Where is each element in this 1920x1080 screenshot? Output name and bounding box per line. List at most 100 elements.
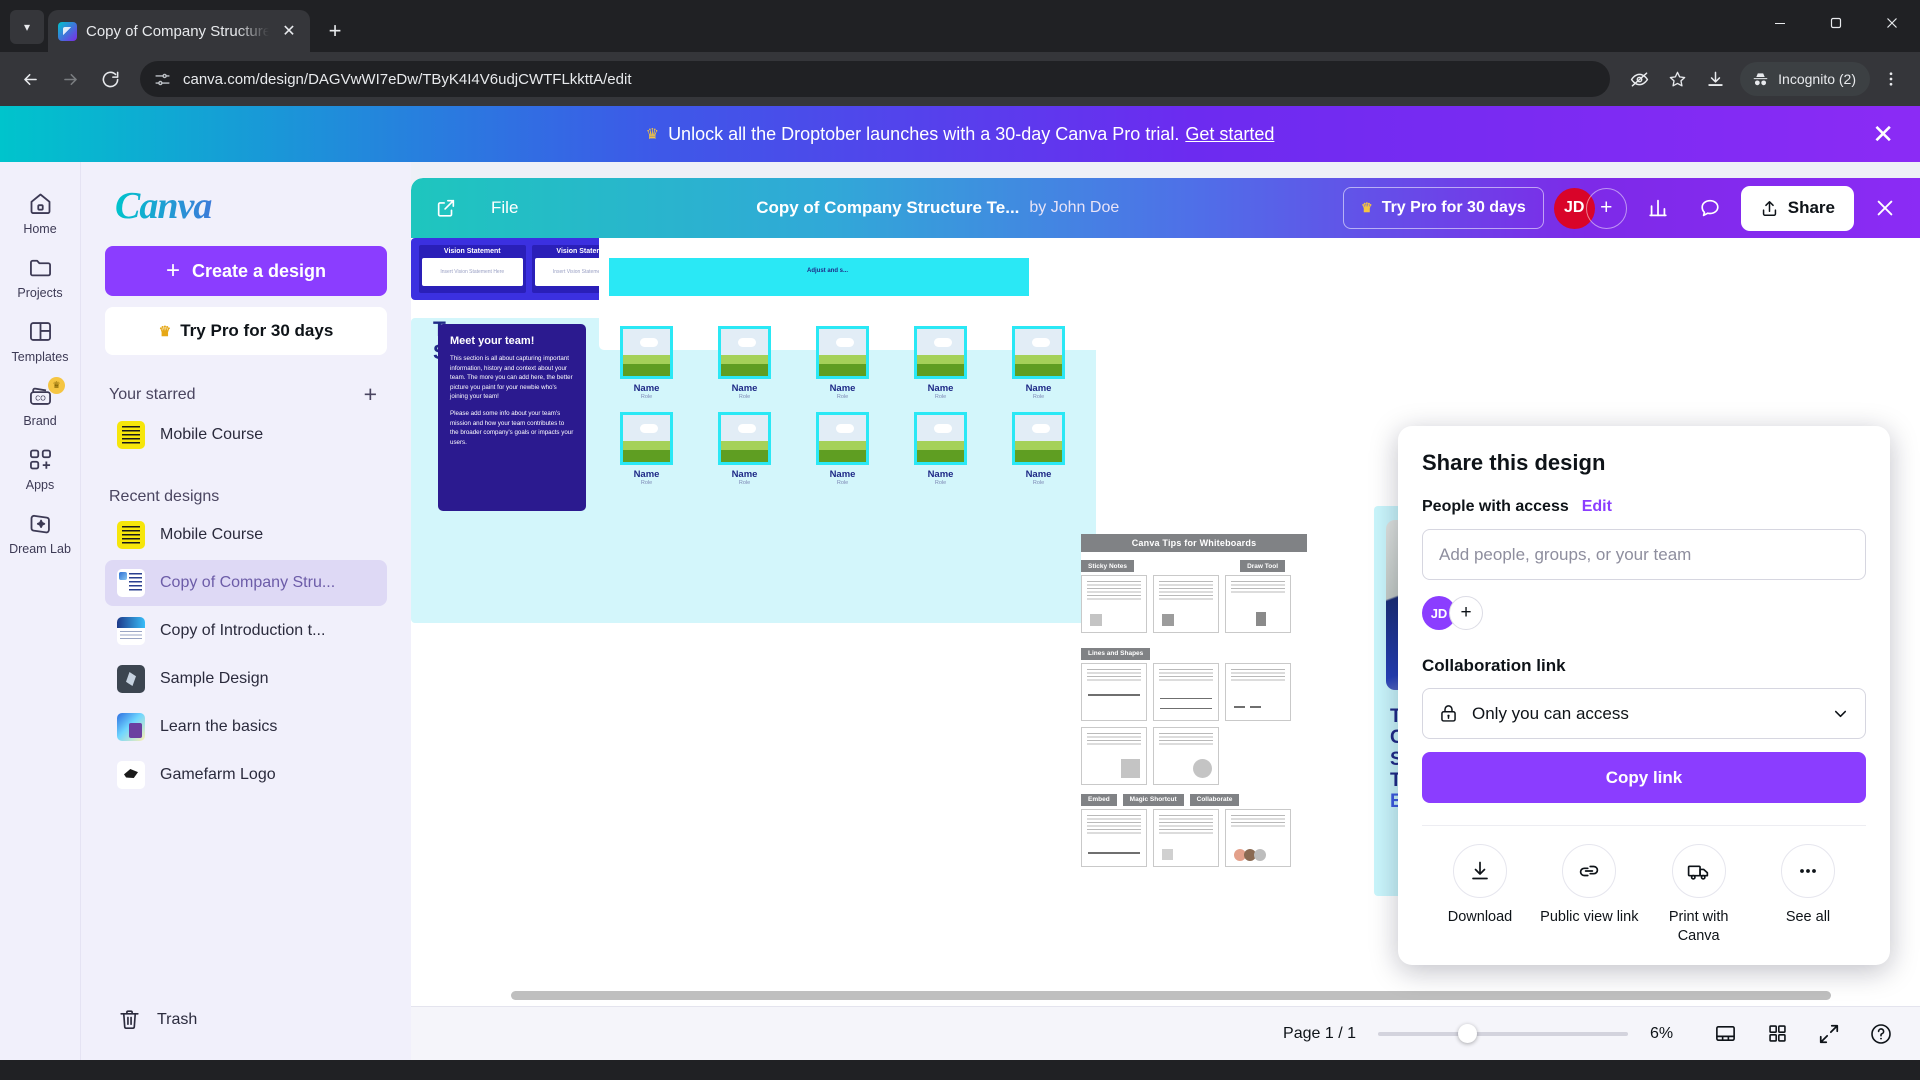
team-member[interactable]: Name Role xyxy=(999,326,1078,400)
access-level-select[interactable]: Only you can access xyxy=(1422,688,1866,739)
rail-item-templates[interactable]: Templates xyxy=(4,308,76,370)
rail-item-home[interactable]: Home xyxy=(4,180,76,242)
design-name: Sample Design xyxy=(160,670,269,687)
team-member[interactable]: Name Role xyxy=(803,412,882,486)
add-person-icon[interactable]: + xyxy=(1449,596,1483,630)
browser-tab[interactable]: Copy of Company Structure Tem ✕ xyxy=(48,10,310,52)
team-member[interactable]: Name Role xyxy=(803,326,882,400)
tab-search-icon[interactable]: ▾ xyxy=(10,10,44,44)
comment-icon[interactable] xyxy=(1689,187,1731,229)
list-item[interactable]: Gamefarm Logo xyxy=(105,752,387,798)
rail-label-projects: Projects xyxy=(17,286,63,300)
download-action[interactable]: Download xyxy=(1428,844,1532,945)
status-bar: Page 1 / 1 6% xyxy=(411,1006,1920,1060)
new-tab-button[interactable]: + xyxy=(318,14,352,48)
minimize-icon[interactable] xyxy=(1752,0,1808,46)
list-item[interactable]: Mobile Course xyxy=(105,412,387,458)
try-pro-sidebar-button[interactable]: ♛ Try Pro for 30 days xyxy=(105,307,387,355)
canva-logo[interactable]: Canva xyxy=(115,184,387,228)
try-pro-editor-button[interactable]: ♛ Try Pro for 30 days xyxy=(1343,187,1544,229)
omnibox[interactable]: canva.com/design/DAGVwWI7eDw/TByK4I4V6ud… xyxy=(140,61,1611,97)
rail-label-home: Home xyxy=(23,222,57,236)
see-all-action[interactable]: See all xyxy=(1756,844,1860,945)
member-photo xyxy=(816,412,869,465)
team-member[interactable]: Name Role xyxy=(999,412,1078,486)
design-card-team[interactable]: Team Structure Adjust and s... Meet your… xyxy=(411,238,1920,623)
recent-section-header: Recent designs xyxy=(109,488,381,506)
team-member[interactable]: Name Role xyxy=(705,412,784,486)
help-icon[interactable] xyxy=(1866,1019,1896,1049)
canvas-horizontal-scrollbar[interactable] xyxy=(511,991,1920,1000)
zoom-slider[interactable] xyxy=(1378,1024,1628,1043)
incognito-indicator[interactable]: Incognito (2) xyxy=(1740,62,1870,96)
reload-icon[interactable] xyxy=(92,61,128,97)
tips-box xyxy=(1081,662,1147,721)
divider xyxy=(1422,825,1866,826)
people-avatars: JD + xyxy=(1422,596,1866,630)
rail-item-brand[interactable]: ♛ CO Brand xyxy=(4,372,76,434)
grid-view-icon[interactable] xyxy=(1762,1019,1792,1049)
fullscreen-icon[interactable] xyxy=(1814,1019,1844,1049)
document-title[interactable]: Copy of Company Structure Te... xyxy=(756,198,1019,218)
page-view-icon[interactable] xyxy=(1710,1019,1740,1049)
add-collaborator-icon[interactable]: + xyxy=(1585,187,1627,229)
apps-icon xyxy=(29,449,51,470)
close-editor-icon[interactable] xyxy=(1864,187,1906,229)
maximize-icon[interactable] xyxy=(1808,0,1864,46)
list-item-active[interactable]: Copy of Company Stru... xyxy=(105,560,387,606)
scrollbar-thumb[interactable] xyxy=(511,991,1831,1000)
insights-icon[interactable] xyxy=(1637,187,1679,229)
whiteboard-tips-sheet[interactable]: Canva Tips for Whiteboards Sticky Notes … xyxy=(1081,534,1307,867)
public-view-link-action[interactable]: Public view link xyxy=(1537,844,1641,945)
list-item[interactable]: Mobile Course xyxy=(105,512,387,558)
tips-box xyxy=(1153,662,1219,721)
file-menu-button[interactable]: File xyxy=(477,190,532,226)
list-item[interactable]: Sample Design xyxy=(105,656,387,702)
edit-access-link[interactable]: Edit xyxy=(1582,498,1612,516)
team-member[interactable]: Name Role xyxy=(901,412,980,486)
member-photo xyxy=(914,412,967,465)
team-members-grid: Name Role Name Role Name Role Name Role Name… xyxy=(607,326,1078,486)
people-with-access-row: People with access Edit xyxy=(1422,498,1866,516)
site-settings-icon[interactable] xyxy=(154,71,171,88)
list-item[interactable]: Learn the basics xyxy=(105,704,387,750)
tab-title: Copy of Company Structure Tem xyxy=(86,22,269,40)
team-member[interactable]: Name Role xyxy=(607,412,686,486)
tab-close-icon[interactable]: ✕ xyxy=(278,20,300,42)
team-member[interactable]: Name Role xyxy=(705,326,784,400)
add-people-input[interactable] xyxy=(1422,529,1866,580)
team-member[interactable]: Name Role xyxy=(901,326,980,400)
copy-link-button[interactable]: Copy link xyxy=(1422,752,1866,803)
promo-get-started-link[interactable]: Get started xyxy=(1185,124,1274,145)
hide-icon[interactable] xyxy=(1622,62,1656,96)
member-photo xyxy=(914,326,967,379)
chrome-menu-icon[interactable] xyxy=(1874,62,1908,96)
bookmark-star-icon[interactable] xyxy=(1660,62,1694,96)
vision-title: Vision Statement xyxy=(443,248,501,255)
tips-box xyxy=(1081,808,1147,867)
rail-item-apps[interactable]: Apps xyxy=(4,436,76,498)
forward-icon[interactable] xyxy=(52,61,88,97)
promo-close-icon[interactable]: ✕ xyxy=(1872,121,1894,147)
downloads-icon[interactable] xyxy=(1698,62,1732,96)
window-close-icon[interactable] xyxy=(1864,0,1920,46)
print-with-canva-label: Print with Canva xyxy=(1668,909,1729,944)
open-in-new-tab-icon[interactable] xyxy=(425,187,467,229)
try-pro-editor-label: Try Pro for 30 days xyxy=(1381,199,1526,216)
tips-box xyxy=(1225,662,1291,721)
design-thumbnail xyxy=(117,713,145,741)
rail-item-dream-lab[interactable]: Dream Lab xyxy=(4,500,76,562)
team-member[interactable]: Name Role xyxy=(607,326,686,400)
create-a-design-button[interactable]: + Create a design xyxy=(105,246,387,296)
zoom-knob[interactable] xyxy=(1458,1024,1477,1043)
back-icon[interactable] xyxy=(12,61,48,97)
rail-item-projects[interactable]: Projects xyxy=(4,244,76,306)
rail-label-dream-lab: Dream Lab xyxy=(9,542,71,556)
sidebar-item-trash[interactable]: Trash xyxy=(117,1007,387,1032)
home-icon xyxy=(30,193,50,214)
add-starred-icon[interactable]: + xyxy=(360,383,381,406)
share-button[interactable]: Share xyxy=(1740,185,1854,231)
print-with-canva-action[interactable]: Print with Canva xyxy=(1647,844,1751,945)
tips-tag: Embed xyxy=(1081,793,1117,806)
list-item[interactable]: Copy of Introduction t... xyxy=(105,608,387,654)
